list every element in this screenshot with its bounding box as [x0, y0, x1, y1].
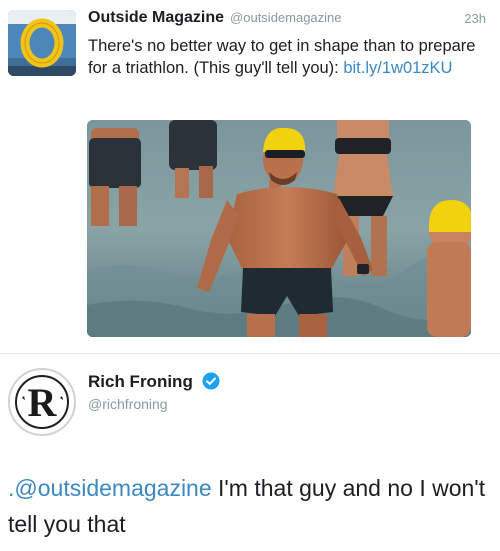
tweet-author-handle[interactable]: @outsidemagazine [230, 10, 341, 25]
tweet-photo-triathlon[interactable] [87, 120, 471, 337]
tweet-timestamp[interactable]: 23h [464, 11, 486, 26]
verified-badge-icon [202, 372, 220, 395]
tweet-mention[interactable]: .@outsidemagazine [8, 475, 212, 501]
tweet-author-name[interactable]: Rich Froning [88, 372, 193, 391]
outside-magazine-avatar[interactable] [8, 10, 76, 76]
tweet-link[interactable]: bit.ly/1w01zKU [343, 59, 452, 77]
tweet-outside-magazine[interactable]: Outside Magazine @outsidemagazine 23h The… [0, 0, 500, 350]
avatar-monogram: R [28, 380, 58, 425]
tweet-author-handle[interactable]: @richfroning [88, 396, 168, 412]
tweet-text: There's no better way to get in shape th… [88, 35, 483, 79]
tweet-divider [0, 353, 500, 354]
tweet-text: .@outsidemagazine I'm that guy and no I … [8, 470, 488, 542]
tweet-author-name[interactable]: Outside Magazine [88, 9, 224, 26]
rich-froning-avatar[interactable]: R [8, 368, 76, 436]
